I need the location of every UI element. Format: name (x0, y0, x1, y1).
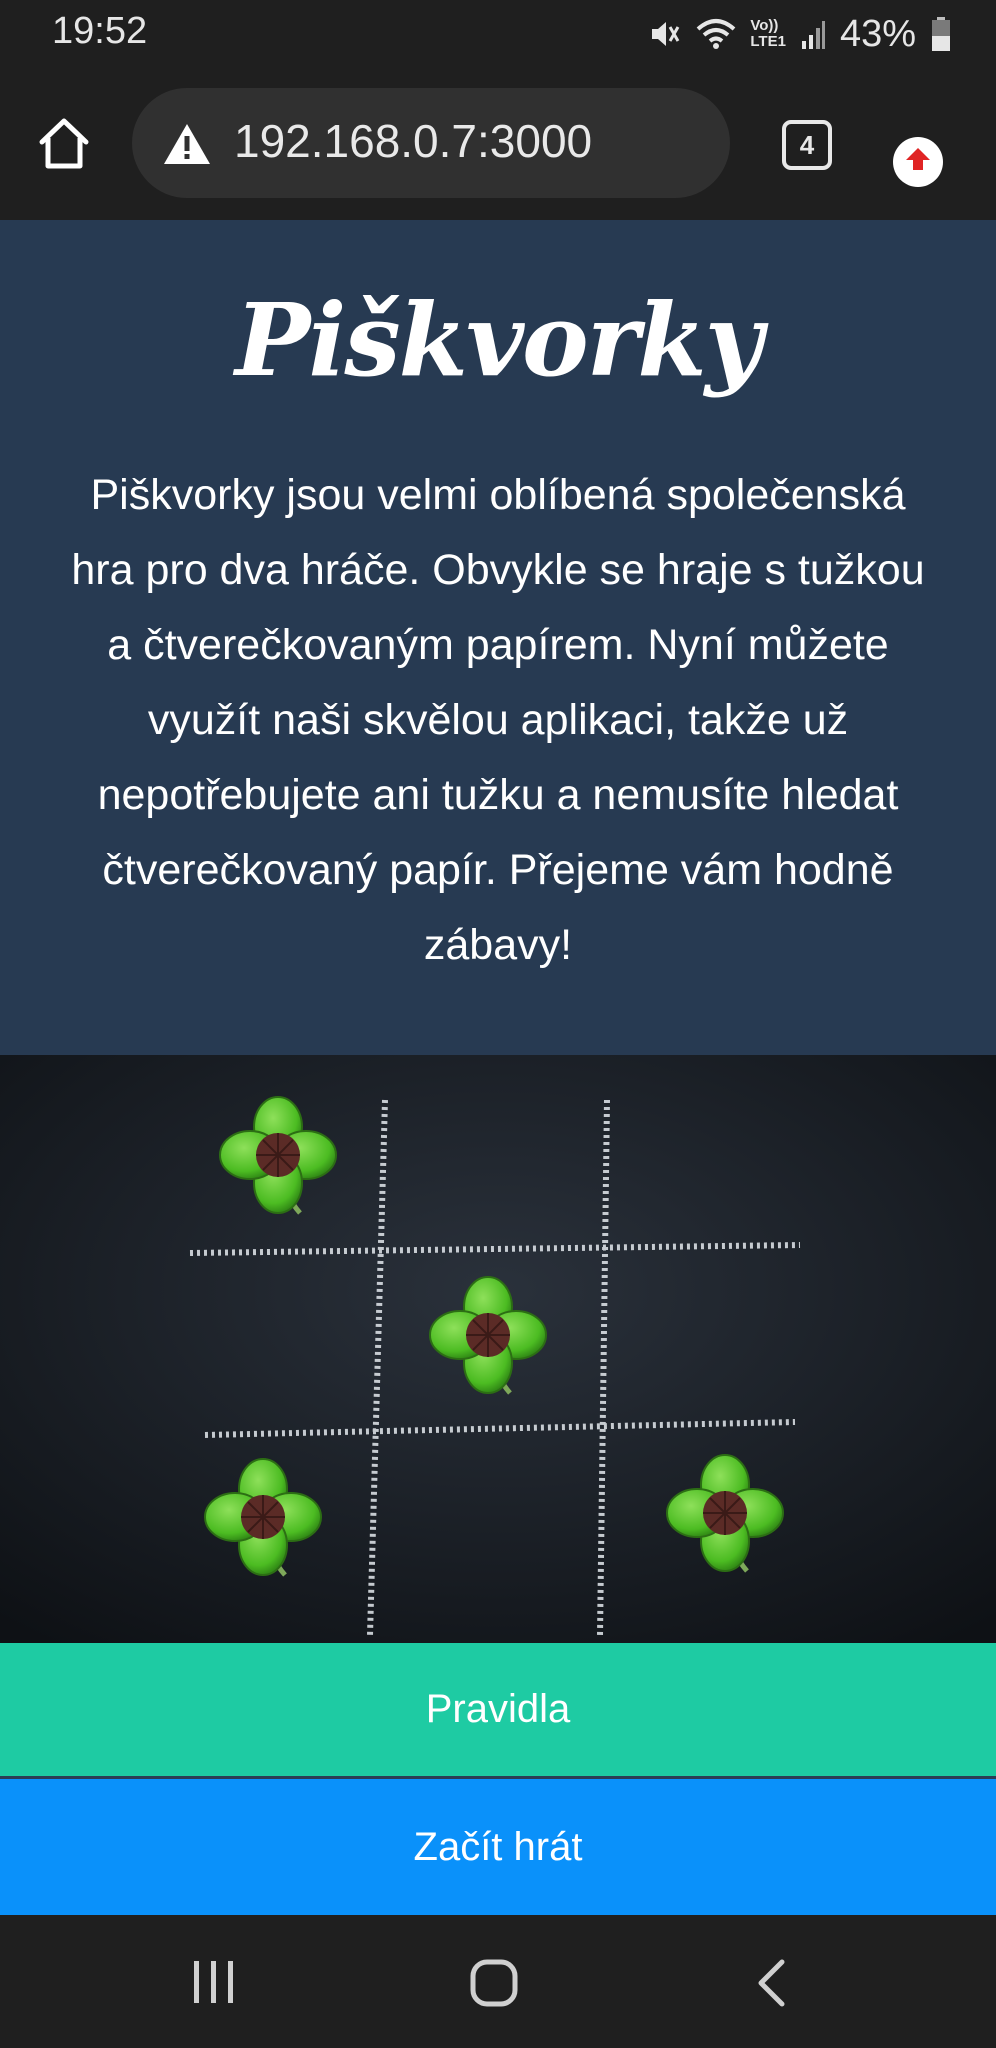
page-title: Piškvorky (235, 281, 763, 399)
rules-button[interactable]: Pravidla (0, 1643, 996, 1776)
warning-icon[interactable] (162, 122, 212, 170)
home-button[interactable] (36, 116, 96, 172)
start-game-button-label: Začít hrát (413, 1824, 583, 1869)
back-icon[interactable] (756, 1959, 786, 2011)
start-game-button[interactable]: Začít hrát (0, 1779, 996, 1915)
home-icon (36, 118, 92, 174)
tab-count: 4 (799, 129, 815, 160)
signal-icon (800, 19, 826, 49)
hero-section: Piškvorky Piškvorky jsou velmi oblíbená … (0, 220, 996, 1055)
status-icons: Vo)) LTE1 43% (648, 12, 952, 56)
home-nav-icon[interactable] (468, 1957, 520, 2013)
wifi-icon (696, 17, 736, 51)
tabs-button[interactable]: 4 (782, 120, 832, 170)
browser-toolbar: 192.168.0.7:3000 4 (0, 68, 996, 220)
mute-icon (648, 17, 682, 51)
status-bar: 19:52 Vo)) LTE1 43% (0, 0, 996, 68)
status-time: 19:52 (52, 10, 148, 52)
update-button[interactable] (893, 137, 943, 187)
tic-tac-toe-clover-image (0, 1055, 996, 1643)
network-label: Vo)) LTE1 (750, 17, 786, 50)
battery-percent: 43% (839, 12, 916, 55)
battery-icon (930, 16, 952, 52)
page-description: Piškvorky jsou velmi oblíbená společensk… (71, 471, 925, 969)
rules-button-label: Pravidla (425, 1687, 571, 1731)
update-icon (903, 145, 933, 179)
address-bar[interactable]: 192.168.0.7:3000 (132, 88, 730, 198)
navigation-bar (0, 1915, 996, 2048)
url-text[interactable]: 192.168.0.7:3000 (234, 114, 592, 168)
recents-icon[interactable] (190, 1959, 238, 2009)
